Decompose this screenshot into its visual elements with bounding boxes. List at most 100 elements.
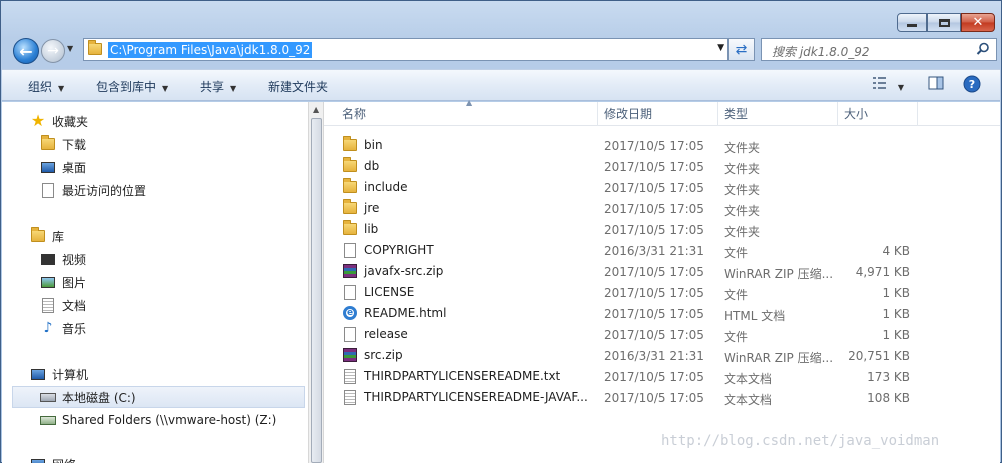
file-row[interactable]: lib 2017/10/5 17:05 文件夹 (324, 218, 1000, 239)
new-folder-button[interactable]: 新建文件夹 (268, 78, 328, 95)
search-placeholder: 搜索 jdk1.8.0_92 (772, 45, 870, 59)
recent-places-icon (40, 182, 56, 198)
nav-favorites-label: 收藏夹 (52, 114, 89, 129)
nav-downloads[interactable]: 下载 (40, 134, 86, 154)
file-row[interactable]: jre 2017/10/5 17:05 文件夹 (324, 197, 1000, 218)
nav-documents[interactable]: 文档 (40, 295, 86, 315)
navigation-pane: ★ 收藏夹 下载 桌面 最近访问的位置 库 视频 图片 文档 ♪ 音乐 计算机 本地… (2, 102, 308, 463)
organize-menu[interactable]: 组织 ▼ (28, 78, 64, 95)
view-options-button[interactable]: ▼ (872, 76, 904, 93)
file-row[interactable]: bin 2017/10/5 17:05 文件夹 (324, 134, 1000, 155)
file-row[interactable]: release 2017/10/5 17:05 文件 1 KB (324, 323, 1000, 344)
caption-buttons: ✕ (897, 13, 995, 32)
folder-icon (342, 220, 358, 237)
chevron-down-icon: ▼ (162, 84, 169, 93)
include-in-library-menu[interactable]: 包含到库中 ▼ (96, 78, 168, 95)
scrollbar-thumb[interactable] (311, 118, 322, 463)
column-date-modified[interactable]: 修改日期 (598, 102, 718, 126)
computer-icon (30, 366, 46, 382)
file-name-cell[interactable]: javafx-src.zip (342, 263, 443, 279)
help-button[interactable]: ? (963, 75, 981, 96)
file-name-cell[interactable]: src.zip (342, 347, 403, 363)
file-name-cell[interactable]: THIRDPARTYLICENSEREADME.txt (342, 368, 560, 384)
nav-music[interactable]: ♪ 音乐 (40, 318, 86, 338)
file-type: 文件夹 (724, 141, 761, 155)
text-document-icon (342, 389, 358, 405)
winrar-archive-icon (342, 263, 358, 279)
column-name[interactable]: 名称 (336, 102, 598, 126)
address-bar[interactable]: C:\Program Files\Java\jdk1.8.0_92 ▼ (83, 38, 728, 61)
file-name-cell[interactable]: COPYRIGHT (342, 242, 434, 258)
file-name-cell[interactable]: THIRDPARTYLICENSEREADME-JAVAF... (342, 389, 588, 405)
libraries-icon (30, 227, 46, 244)
file-name-cell[interactable]: bin (342, 136, 383, 153)
svg-text:?: ? (969, 78, 975, 91)
file-name-cell[interactable]: lib (342, 220, 378, 237)
nav-recent-places[interactable]: 最近访问的位置 (40, 180, 146, 200)
videos-icon (40, 251, 56, 267)
drive-icon (40, 389, 56, 405)
refresh-button[interactable]: ⇄ (728, 38, 755, 61)
nav-local-disk-label: 本地磁盘 (C:) (62, 390, 136, 405)
forward-arrow-icon: → (47, 43, 59, 59)
search-input[interactable]: 搜索 jdk1.8.0_92 (761, 38, 997, 61)
nav-videos[interactable]: 视频 (40, 249, 86, 269)
file-name: release (364, 327, 408, 341)
nav-pane-scrollbar[interactable]: ▲ (308, 102, 324, 463)
nav-recent-label: 最近访问的位置 (62, 183, 147, 198)
folder-icon (342, 157, 358, 174)
file-date: 2017/10/5 17:05 (604, 286, 704, 300)
content-area: ★ 收藏夹 下载 桌面 最近访问的位置 库 视频 图片 文档 ♪ 音乐 计算机 本地… (2, 98, 1000, 463)
nav-computer-label: 计算机 (52, 367, 89, 382)
forward-button[interactable]: → (41, 39, 65, 63)
file-row[interactable]: THIRDPARTYLICENSEREADME-JAVAF... 2017/10/… (324, 386, 1000, 407)
share-menu[interactable]: 共享 ▼ (200, 78, 236, 95)
back-button[interactable]: ← (13, 38, 39, 64)
file-name-cell[interactable]: db (342, 157, 379, 174)
column-header-row: ▲ 名称 修改日期 类型 大小 (324, 98, 1000, 126)
command-bar: 组织 ▼ 包含到库中 ▼ 共享 ▼ 新建文件夹 ▼ ? (2, 69, 1000, 101)
file-row[interactable]: e README.html 2017/10/5 17:05 HTML 文档 1 KB (324, 302, 1000, 323)
file-name-cell[interactable]: release (342, 326, 408, 342)
search-icon[interactable] (976, 42, 990, 59)
file-name-cell[interactable]: e README.html (342, 305, 446, 321)
file-row[interactable]: db 2017/10/5 17:05 文件夹 (324, 155, 1000, 176)
file-date: 2017/10/5 17:05 (604, 160, 704, 174)
recent-pages-dropdown[interactable]: ▼ (67, 44, 77, 56)
file-row[interactable]: include 2017/10/5 17:05 文件夹 (324, 176, 1000, 197)
file-name: THIRDPARTYLICENSEREADME.txt (364, 369, 561, 383)
file-row[interactable]: COPYRIGHT 2016/3/31 21:31 文件 4 KB (324, 239, 1000, 260)
desktop-icon (40, 159, 56, 175)
preview-pane-button[interactable] (928, 76, 944, 93)
nav-pictures[interactable]: 图片 (40, 272, 86, 292)
nav-local-disk[interactable]: 本地磁盘 (C:) (12, 386, 305, 408)
file-name-cell[interactable]: LICENSE (342, 284, 414, 300)
file-row[interactable]: src.zip 2016/3/31 21:31 WinRAR ZIP 压缩... 20… (324, 344, 1000, 365)
close-button[interactable]: ✕ (961, 13, 995, 32)
scroll-up-arrow-icon[interactable]: ▲ (313, 105, 319, 114)
minimize-button[interactable] (897, 13, 927, 32)
nav-libraries[interactable]: 库 (30, 226, 64, 246)
address-path[interactable]: C:\Program Files\Java\jdk1.8.0_92 (108, 42, 313, 58)
column-type[interactable]: 类型 (718, 102, 838, 126)
file-row[interactable]: THIRDPARTYLICENSEREADME.txt 2017/10/5 17:… (324, 365, 1000, 386)
network-icon (30, 456, 46, 463)
file-type: 文件夹 (724, 225, 761, 239)
column-size[interactable]: 大小 (838, 102, 918, 126)
details-view-icon (873, 77, 886, 89)
chevron-down-icon: ▼ (230, 84, 237, 93)
address-dropdown-icon[interactable]: ▼ (717, 43, 724, 53)
file-row[interactable]: javafx-src.zip 2017/10/5 17:05 WinRAR ZIP … (324, 260, 1000, 281)
file-list: ▲ 名称 修改日期 类型 大小 bin 2017/10/5 17:05 文件夹 db 2… (324, 98, 1000, 463)
nav-computer[interactable]: 计算机 (30, 364, 88, 384)
nav-favorites[interactable]: ★ 收藏夹 (30, 111, 88, 131)
nav-desktop[interactable]: 桌面 (40, 157, 86, 177)
nav-desktop-label: 桌面 (62, 160, 87, 175)
maximize-button[interactable] (927, 13, 961, 32)
file-name-cell[interactable]: jre (342, 199, 379, 216)
nav-shared-folders[interactable]: Shared Folders (\\vmware-host) (Z:) (40, 410, 276, 430)
file-name: src.zip (364, 348, 403, 362)
nav-network[interactable]: 网络 (30, 454, 76, 463)
file-row[interactable]: LICENSE 2017/10/5 17:05 文件 1 KB (324, 281, 1000, 302)
file-name-cell[interactable]: include (342, 178, 407, 195)
